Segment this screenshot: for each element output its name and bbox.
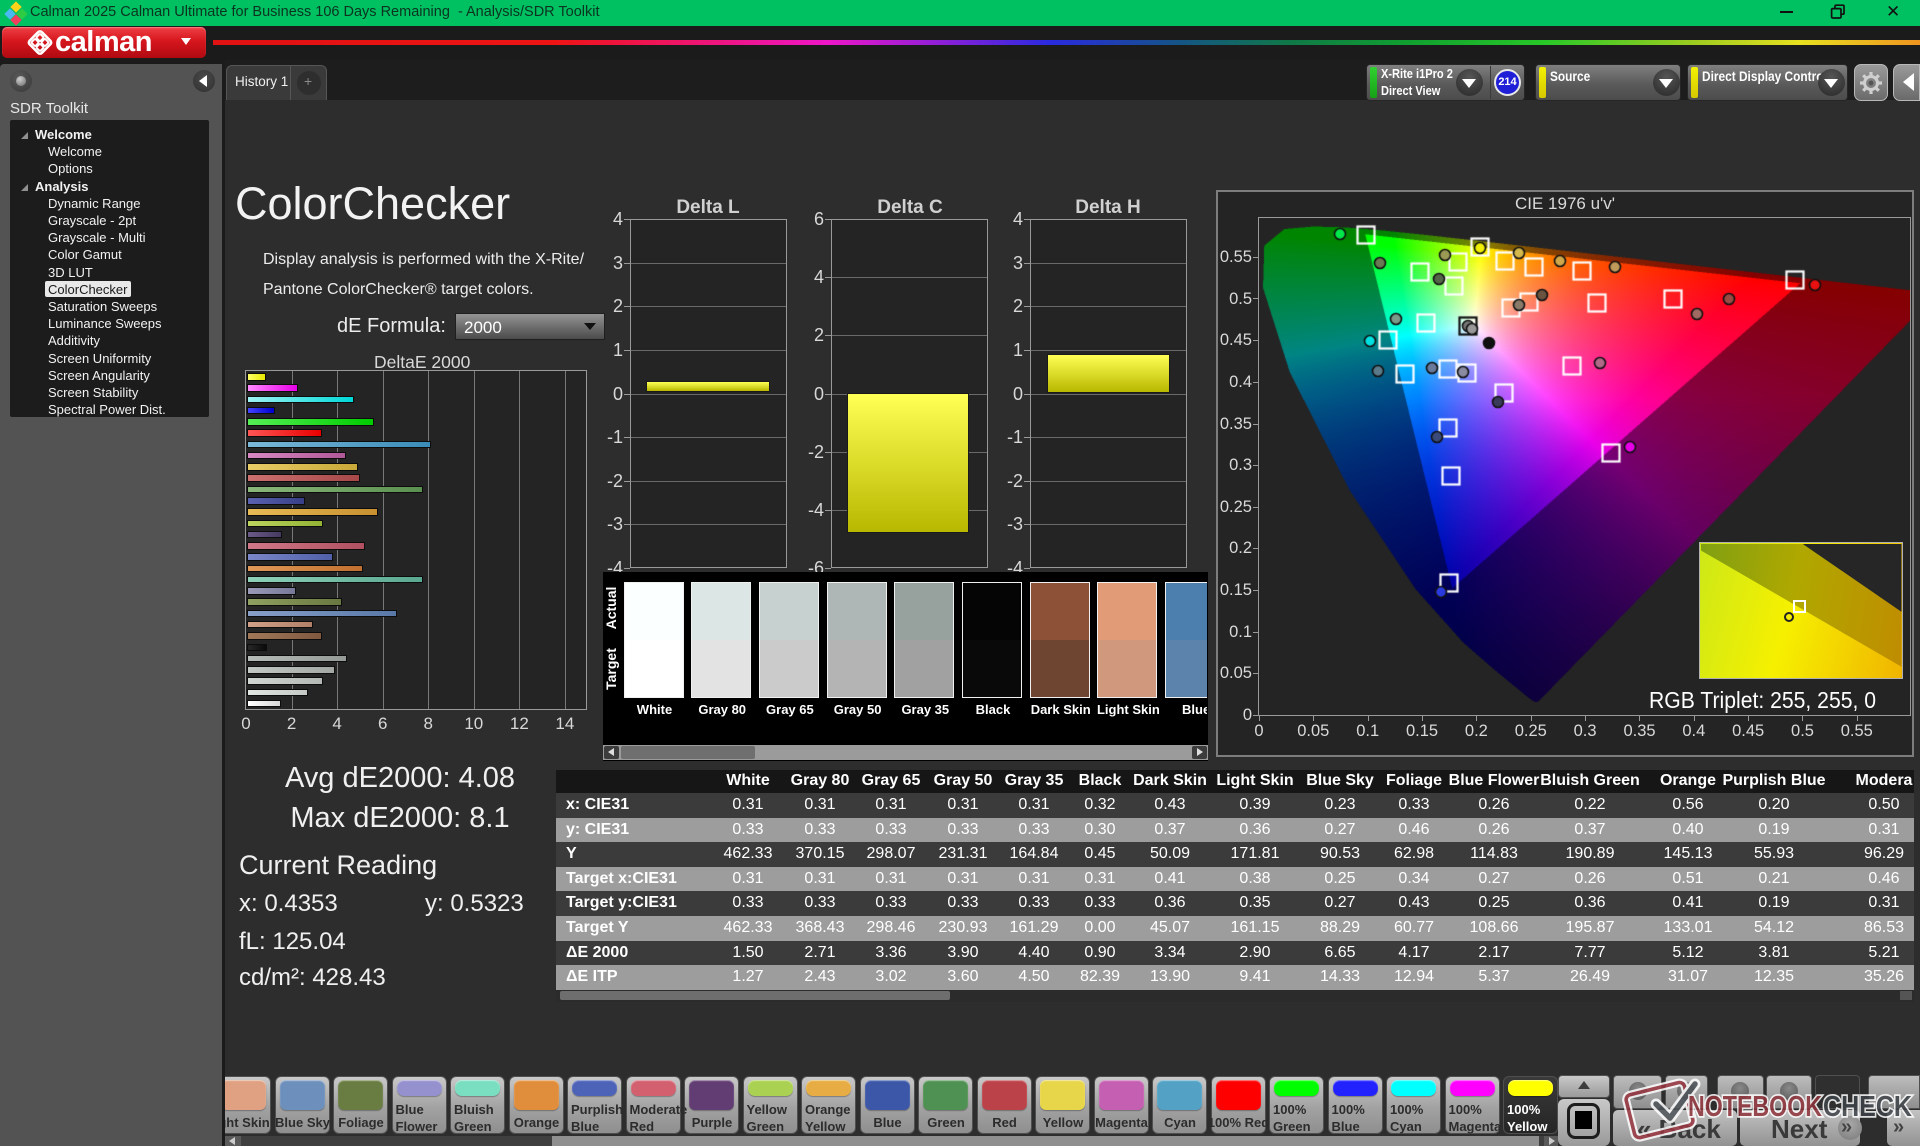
svg-text:NOTEBOOK: NOTEBOOK [1688,1091,1822,1123]
svg-text:CHECK: CHECK [1823,1091,1912,1123]
